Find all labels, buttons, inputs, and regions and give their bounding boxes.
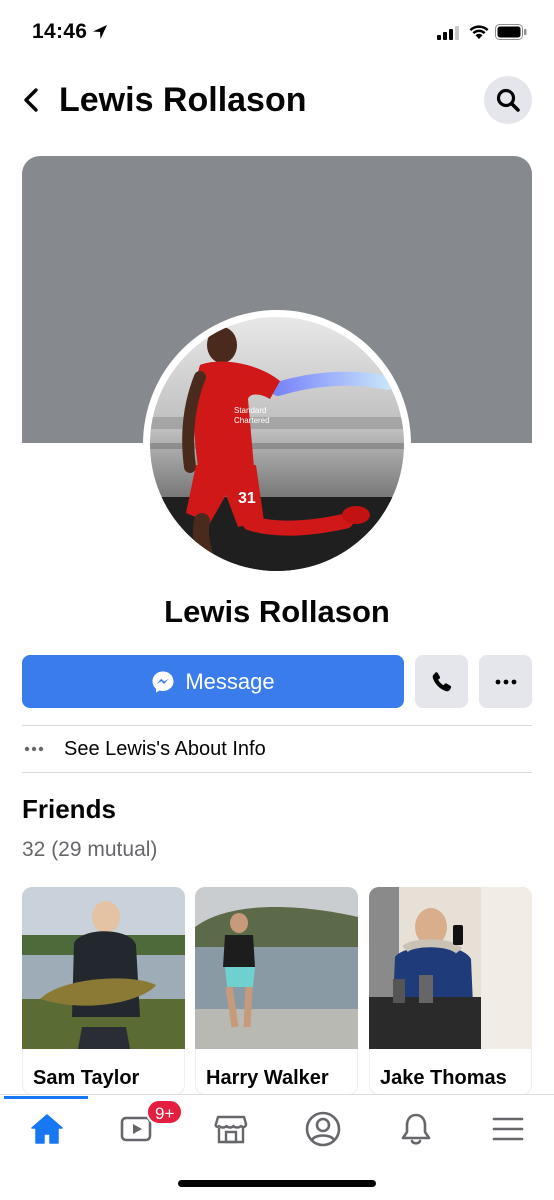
friend-name: Harry Walker (206, 1067, 329, 1089)
message-button[interactable]: Message (22, 655, 404, 708)
back-button[interactable] (16, 82, 46, 118)
nav-menu[interactable] (480, 1107, 536, 1151)
chevron-left-icon (24, 88, 38, 112)
location-arrow-icon (93, 25, 107, 39)
page-title: Lewis Rollason (59, 81, 307, 119)
friend-photo (22, 887, 185, 1049)
nav-notifications[interactable] (388, 1107, 444, 1151)
svg-text:Chartered: Chartered (234, 416, 270, 425)
active-tab-indicator (4, 1096, 88, 1099)
profile-picture[interactable]: 31 Standard Chartered (143, 310, 411, 578)
bell-icon (401, 1113, 431, 1145)
more-options-button[interactable] (479, 655, 532, 708)
home-indicator (178, 1180, 376, 1187)
friend-card[interactable]: Harry Walker (195, 887, 358, 1095)
nav-home[interactable] (19, 1107, 75, 1151)
profile-picture-image: 31 Standard Chartered (150, 317, 404, 571)
message-button-label: Message (185, 668, 275, 694)
divider (22, 772, 532, 773)
search-button[interactable] (484, 76, 532, 124)
status-time: 14:46 (32, 20, 88, 43)
more-dots-icon (495, 679, 516, 684)
friend-photo (369, 887, 532, 1049)
marketplace-icon (214, 1115, 248, 1144)
profile-name: Lewis Rollason (164, 594, 390, 629)
menu-icon (492, 1117, 524, 1141)
friends-count: 32 (29 mutual) (22, 838, 158, 861)
svg-text:Standard: Standard (234, 406, 266, 415)
notification-badge: 9+ (146, 1099, 184, 1125)
friend-name: Sam Taylor (33, 1067, 140, 1089)
profile-icon (305, 1111, 341, 1147)
svg-text:31: 31 (238, 490, 256, 507)
search-icon (496, 88, 520, 112)
phone-icon (432, 671, 451, 691)
call-button[interactable] (415, 655, 468, 708)
friends-section-title[interactable]: Friends (22, 794, 116, 825)
battery-icon (495, 24, 527, 40)
status-bar: 14:46 (0, 0, 554, 64)
messenger-icon (152, 671, 174, 692)
cellular-signal-icon (437, 26, 459, 40)
friend-card[interactable]: Sam Taylor (22, 887, 185, 1095)
about-info-row[interactable]: See Lewis's About Info (22, 726, 532, 772)
about-info-label: See Lewis's About Info (64, 737, 266, 760)
more-dots-icon (24, 746, 44, 752)
friend-name: Jake Thomas (380, 1067, 507, 1089)
friend-photo (195, 887, 358, 1049)
profile-header: Lewis Rollason (0, 70, 554, 130)
nav-marketplace[interactable] (203, 1107, 259, 1151)
friend-card[interactable]: Jake Thomas (369, 887, 532, 1095)
wifi-icon (469, 25, 489, 39)
home-icon (31, 1114, 63, 1144)
nav-profile[interactable] (295, 1107, 351, 1151)
